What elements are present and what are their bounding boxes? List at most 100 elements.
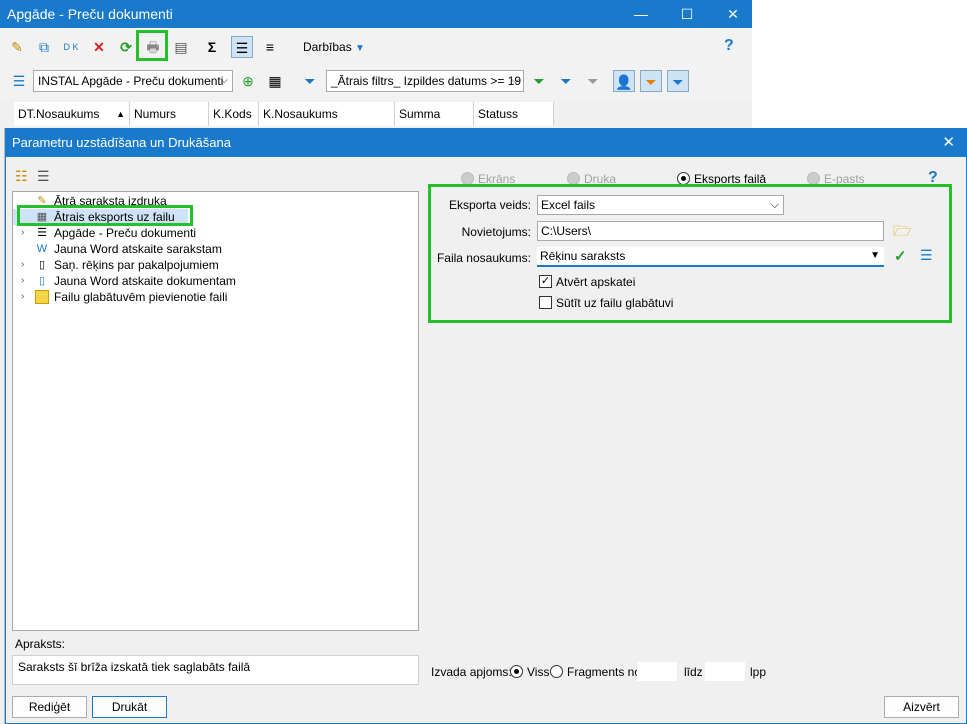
new-document-icon[interactable]: ✎ [6,36,28,58]
export-type-select[interactable]: Excel fails ⌵ [537,195,784,215]
delete-icon[interactable]: ✕ [88,36,110,58]
column-header-label: K.Nosaukums [263,107,338,121]
location-value: C:\Users\ [541,224,592,238]
dialog-title: Parametru uzstādīšana un Drukāšana [12,135,231,150]
list-combo-value: INSTAL Apgāde - Preču dokumenti [38,74,224,88]
edit-filter-icon[interactable]: ⏷ [555,70,577,92]
clear-filter-icon[interactable]: ⏷ [582,70,604,92]
columns-icon[interactable]: ▦ [264,70,286,92]
sort-asc-icon: ▲ [116,109,125,119]
column-header[interactable]: Numurs [130,102,209,126]
warning-filter-icon[interactable]: ⏷ [640,70,662,92]
sum-icon[interactable]: Σ [201,36,223,58]
list-view-icon[interactable]: ☰ [231,36,253,58]
column-header[interactable]: K.Kods [209,102,259,126]
filter-toolbar: ☰ INSTAL Apgāde - Preču dokumenti ⌵ ⊕ ▦ … [0,66,752,100]
tree-node[interactable]: › ▯ Saņ. rēķins par pakalpojumiem [13,257,313,273]
list-combo[interactable]: INSTAL Apgāde - Preču dokumenti ⌵ [33,70,233,92]
split-icon[interactable]: D K [60,36,82,58]
fragment-from-input[interactable] [637,662,677,681]
column-header[interactable]: K.Nosaukums [259,102,395,126]
tree-node-label: Jauna Word atskaite dokumentam [54,274,236,288]
scope-all-label: Viss [527,665,550,679]
checkmark-icon[interactable]: ✓ [894,247,907,265]
chevron-down-icon: ▼ [870,250,880,261]
filename-label: Faila nosaukums: [436,251,531,265]
column-header-label: Statuss [478,107,519,121]
column-header-label: Numurs [134,107,177,121]
add-list-icon[interactable]: ⊕ [237,70,259,92]
chevron-right-icon[interactable]: › [21,257,31,273]
main-window-title: Apgāde - Preču dokumenti [7,6,173,22]
dialog-titlebar: Parametru uzstādīšana un Drukāšana ✕ [5,128,967,157]
dialog-close-button[interactable]: ✕ [942,133,955,151]
chevron-down-icon: ▼ [355,43,365,54]
column-header[interactable]: Summa [395,102,474,126]
description-box: Saraksts šī brīža izskatā tiek saglabāts… [12,655,419,685]
radio-scope-fragment[interactable] [550,665,563,678]
actions-menu[interactable]: Darbības ▼ [303,40,365,54]
tree-node[interactable]: W Jauna Word atskaite sarakstam [13,241,313,257]
edit-button[interactable]: Rediģēt [12,696,87,718]
filter-icon[interactable]: ⏷ [299,70,321,92]
add-filter-icon[interactable]: ⏷ [528,70,550,92]
column-header[interactable]: DT.Nosaukums ▲ [14,102,130,126]
chevron-right-icon[interactable]: › [21,225,31,241]
location-label: Novietojums: [461,225,531,239]
word-report-icon: W [36,243,48,255]
filter-combo-value: _Ātrais filtrs_ Izpildes datums >= 19 [331,74,522,88]
collapse-all-icon[interactable]: ☰ [37,168,50,185]
question-filter-icon[interactable]: ⏷ [667,70,689,92]
actions-label: Darbības [303,40,352,54]
folder-browse-icon[interactable]: 🗁 [893,221,912,246]
word-document-icon: ▯ [38,275,46,287]
tree-view-icon[interactable]: ≡ [259,36,281,58]
print-button[interactable]: Drukāt [92,696,167,718]
export-icon[interactable]: ▤ [170,36,192,58]
radio-scope-all[interactable] [510,665,523,678]
fragment-to-input[interactable] [705,662,745,681]
scope-fragment-label: Fragments no [567,665,642,679]
maximize-button[interactable]: ☐ [664,0,710,28]
chevron-right-icon[interactable]: › [21,289,31,305]
help-icon[interactable]: ? [724,37,734,55]
description-label: Apraksts: [15,637,66,651]
scope-label: Izvada apjoms: [431,665,512,679]
tree-selection-highlight [17,205,193,226]
filter-combo[interactable]: _Ātrais filtrs_ Izpildes datums >= 19 ⌵ [326,70,524,92]
tree-node[interactable]: › ☰ Apgāde - Preču dokumenti [13,225,313,241]
chevron-right-icon[interactable]: › [21,273,31,289]
tree-node-label: Failu glabātuvēm pievienotie faili [54,290,228,304]
close-window-button[interactable]: ✕ [710,0,756,28]
send-storage-checkbox[interactable] [539,296,552,309]
column-header[interactable]: Statuss [474,102,554,126]
column-header-label: DT.Nosaukums [18,107,100,121]
minimize-button[interactable]: — [618,0,664,28]
tree-node[interactable]: › Failu glabātuvēm pievienotie faili [13,289,313,305]
scope-pages-label: lpp [750,665,767,679]
expand-all-icon[interactable]: ☷ [15,168,28,185]
open-after-label: Atvērt apskatei [556,275,636,289]
refresh-icon[interactable]: ⟳ [115,36,137,58]
column-header-label: K.Kods [213,107,252,121]
tree-node[interactable]: › ▯ Jauna Word atskaite dokumentam [13,273,313,289]
scope-to-label: līdz [684,665,703,679]
send-storage-label: Sūtīt uz failu glabātuvi [556,296,674,310]
copy-document-icon[interactable]: ⧉ [33,36,55,58]
close-button[interactable]: Aizvērt [884,696,959,718]
user-filter-icon[interactable]: 👤 [613,70,635,92]
column-header-label: Summa [399,107,441,121]
tree-node-label: Jauna Word atskaite sarakstam [54,242,222,256]
tree-node-label: Apgāde - Preču dokumenti [54,226,197,240]
print-icon-highlight [136,30,168,61]
list-options-icon[interactable]: ☰ [920,247,933,264]
chevron-down-icon: ⌵ [511,75,519,86]
location-input[interactable]: C:\Users\ [537,221,884,241]
list-select-icon[interactable]: ☰ [8,70,30,92]
report-tree: ✎ Ātrā saraksta izdruka ▦ Ātrais eksport… [12,191,419,631]
chevron-down-icon: ⌵ [220,75,228,86]
filename-input[interactable]: Rēķinu saraksts ▼ [537,247,884,267]
open-after-checkbox[interactable]: ✓ [539,275,552,288]
export-type-value: Excel fails [541,198,596,212]
list-report-icon: ☰ [37,227,47,239]
